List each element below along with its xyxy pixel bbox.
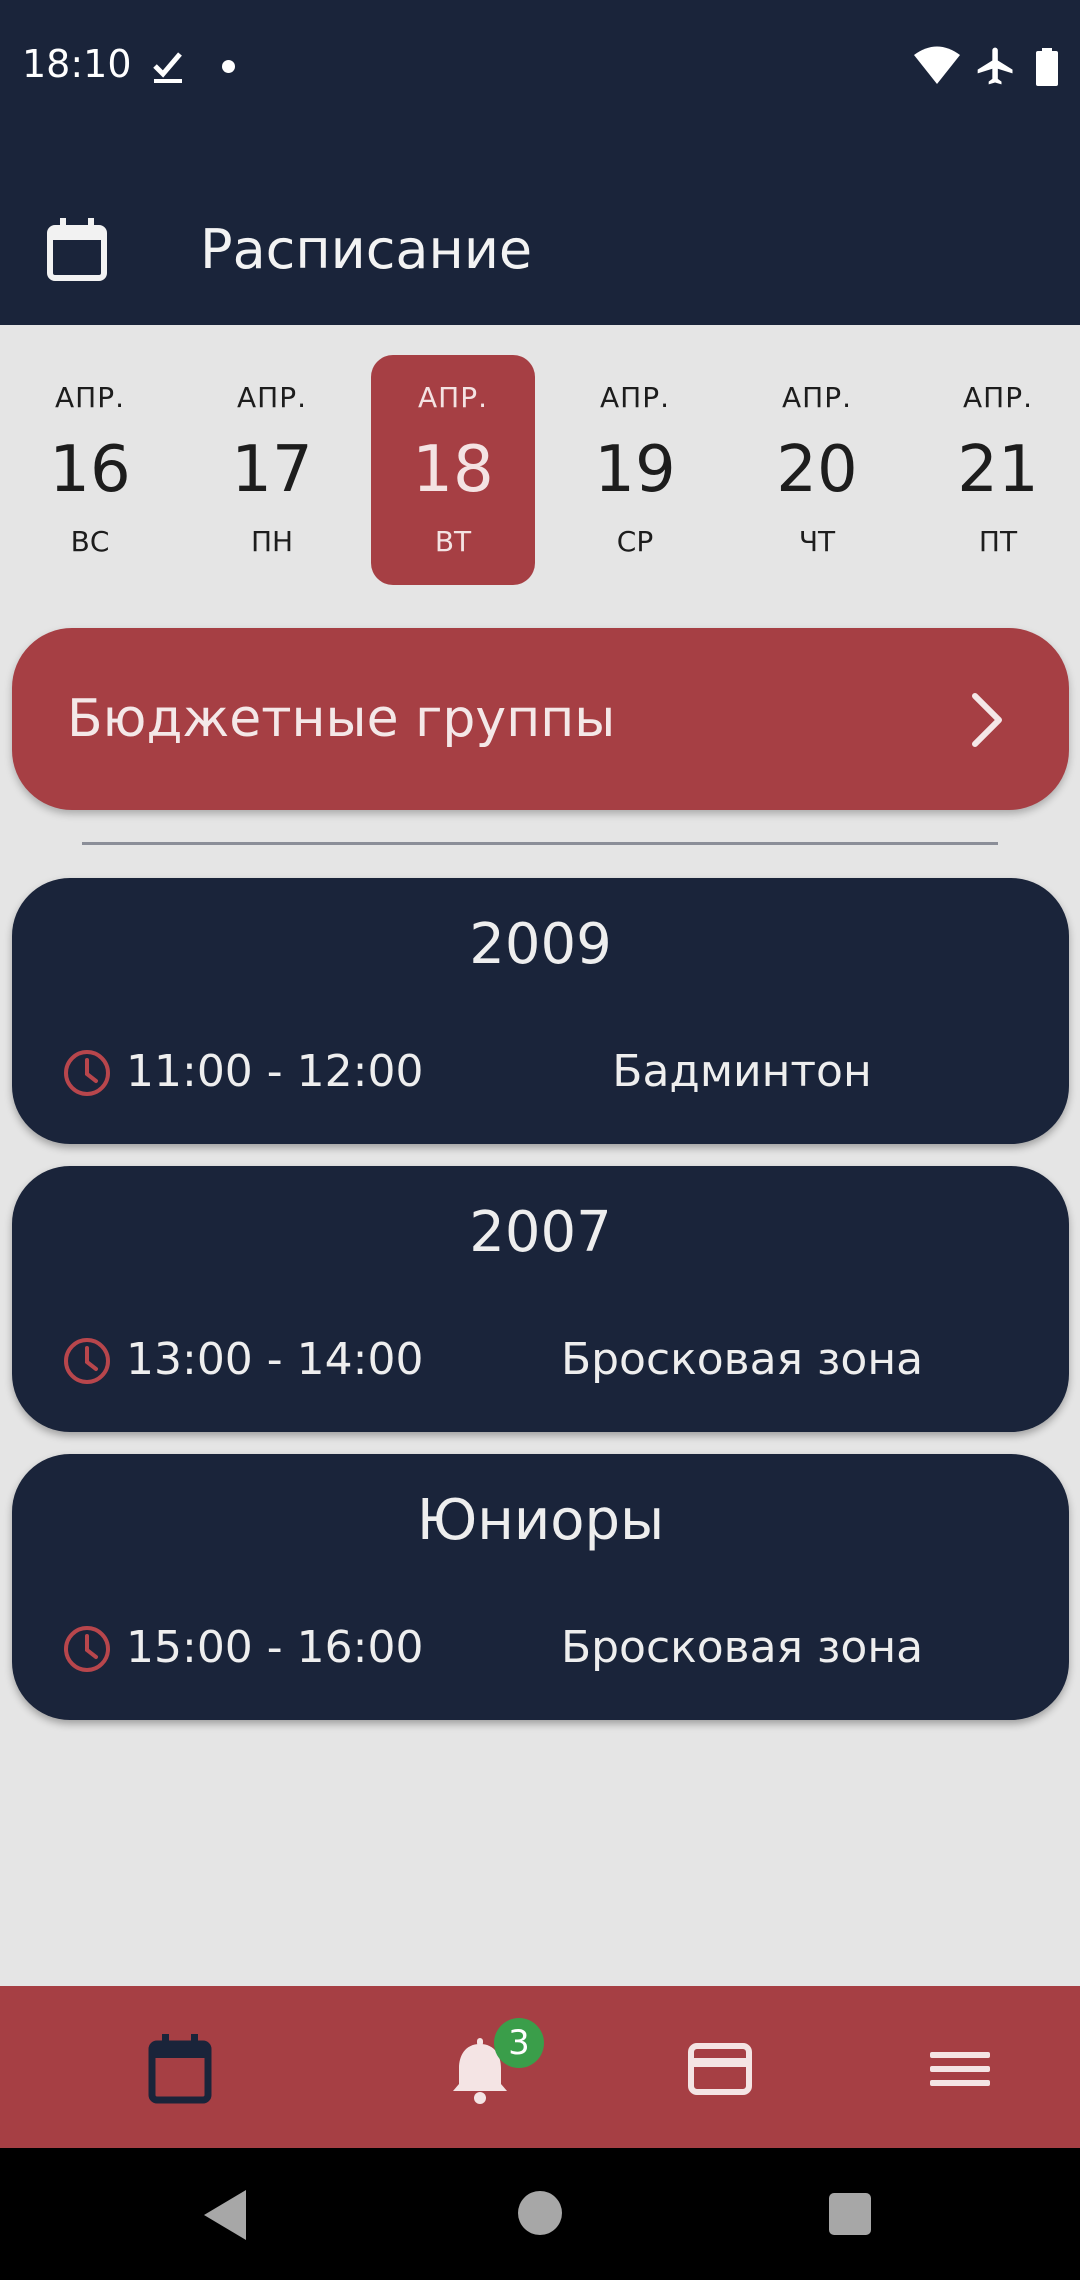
date-weekday: ПН <box>250 525 294 558</box>
date-weekday: ПТ <box>978 525 1018 558</box>
date-day: 18 <box>412 433 494 507</box>
class-card[interactable]: 2009 11:00 - 12:00 Бадминтон <box>12 878 1069 1144</box>
back-icon[interactable] <box>200 2188 250 2242</box>
date-day: 21 <box>957 433 1039 507</box>
date-item[interactable]: АПР. 19 СР <box>553 355 717 585</box>
date-weekday: ЧТ <box>798 525 836 558</box>
menu-icon <box>930 2052 990 2086</box>
recents-icon[interactable] <box>829 2193 871 2235</box>
date-weekday: ВТ <box>434 525 472 558</box>
class-time: 13:00 - 14:00 <box>126 1334 424 1385</box>
budget-groups-label: Бюджетные группы <box>67 689 616 749</box>
top-bar: 18:10 Расписание <box>0 0 1080 325</box>
notifications-badge: 3 <box>494 2018 544 2068</box>
clock-icon <box>64 1050 110 1096</box>
nav-menu-tab[interactable] <box>905 2014 1015 2124</box>
home-icon[interactable] <box>518 2191 562 2235</box>
wifi-icon <box>914 46 960 84</box>
bottom-nav <box>0 1986 1080 2148</box>
class-card[interactable]: 2007 13:00 - 14:00 Бросковая зона <box>12 1166 1069 1432</box>
schedule-screen: 18:10 Расписание АПР. 16 ВС АПР. 17 ПН А… <box>0 0 1080 2280</box>
date-item[interactable]: АПР. 20 ЧТ <box>735 355 899 585</box>
date-day: 16 <box>49 433 131 507</box>
class-card[interactable]: Юниоры 15:00 - 16:00 Бросковая зона <box>12 1454 1069 1720</box>
calendar-icon[interactable] <box>46 216 108 282</box>
date-item[interactable]: АПР. 17 ПН <box>190 355 354 585</box>
class-place: Бадминтон <box>612 1046 872 1097</box>
class-place: Бросковая зона <box>560 1622 924 1673</box>
date-item[interactable]: АПР. 21 ПТ <box>916 355 1080 585</box>
airplane-icon <box>977 47 1013 85</box>
nav-payments-tab[interactable] <box>665 2014 775 2124</box>
class-place: Бросковая зона <box>560 1334 924 1385</box>
class-group: Юниоры <box>416 1488 665 1553</box>
date-weekday: СР <box>616 525 654 558</box>
credit-card-icon <box>688 2043 752 2095</box>
date-item[interactable]: АПР. 16 ВС <box>8 355 172 585</box>
date-month: АПР. <box>418 381 488 414</box>
check-download-icon <box>153 52 182 83</box>
calendar-icon <box>148 2034 212 2104</box>
page-title: Расписание <box>200 218 533 281</box>
system-nav-bar <box>0 2148 1080 2280</box>
clock-icon <box>64 1338 110 1384</box>
date-month: АПР. <box>963 381 1033 414</box>
date-item-selected[interactable]: АПР. 18 ВТ <box>371 355 535 585</box>
date-month: АПР. <box>55 381 125 414</box>
nav-schedule-tab[interactable] <box>125 2014 235 2124</box>
date-day: 19 <box>594 433 676 507</box>
divider <box>82 842 998 845</box>
chevron-right-icon <box>972 693 1002 747</box>
class-time: 11:00 - 12:00 <box>126 1046 424 1097</box>
battery-icon <box>1036 48 1058 86</box>
date-month: АПР. <box>782 381 852 414</box>
class-group: 2007 <box>469 1200 612 1265</box>
clock-icon <box>64 1626 110 1672</box>
date-weekday: ВС <box>70 525 110 558</box>
date-month: АПР. <box>237 381 307 414</box>
status-time: 18:10 <box>22 42 132 86</box>
class-time: 15:00 - 16:00 <box>126 1622 424 1673</box>
budget-groups-button[interactable]: Бюджетные группы <box>12 628 1069 810</box>
date-month: АПР. <box>600 381 670 414</box>
date-day: 20 <box>776 433 858 507</box>
date-day: 17 <box>231 433 313 507</box>
notification-dot-icon <box>222 60 235 73</box>
class-group: 2009 <box>469 912 612 977</box>
